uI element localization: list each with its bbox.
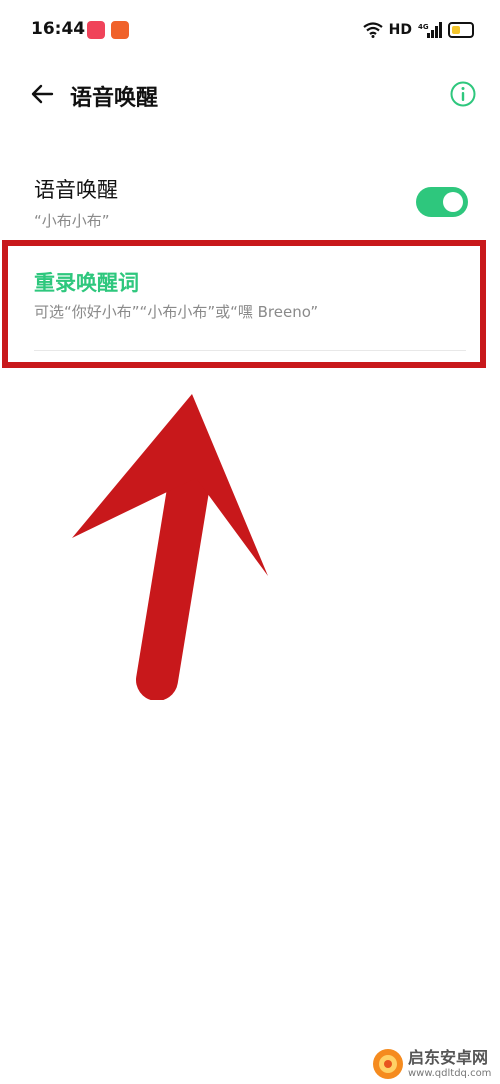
network-type-label: 4G [418, 23, 429, 31]
battery-level [452, 26, 460, 34]
info-circle-icon [450, 81, 476, 107]
watermark-url: www.qdltdq.com [408, 1067, 492, 1079]
app-notification-icon [111, 21, 129, 39]
rerecord-title: 重录唤醒词 [34, 271, 139, 295]
back-button[interactable] [28, 80, 60, 108]
voice-wakeup-setting[interactable]: 语音唤醒 “小布小布” [0, 160, 500, 240]
watermark-logo-icon [373, 1049, 403, 1079]
rerecord-wakeup-word-item[interactable]: 重录唤醒词 可选“你好小布”“小布小布”或“嘿 Breeno” [0, 245, 500, 360]
page-title: 语音唤醒 [70, 86, 159, 111]
app-header: 语音唤醒 [0, 70, 500, 120]
watermark: 启东安卓网 www.qdltdq.com [372, 1044, 500, 1084]
battery-icon [448, 22, 474, 38]
divider [34, 350, 466, 351]
hd-indicator: HD [388, 22, 412, 38]
signal-icon: 4G [418, 22, 442, 38]
info-button[interactable] [449, 80, 477, 108]
voice-wakeup-subtitle: “小布小布” [34, 212, 110, 230]
rerecord-subtitle: 可选“你好小布”“小布小布”或“嘿 Breeno” [34, 303, 319, 321]
watermark-name: 启东安卓网 [408, 1047, 489, 1067]
red-arrow-annotation [72, 394, 268, 700]
voice-wakeup-toggle[interactable] [416, 187, 468, 217]
arrow-left-icon [31, 84, 54, 104]
wifi-icon [362, 22, 383, 38]
toggle-knob [443, 192, 463, 212]
status-icons: HD 4G [362, 18, 474, 42]
status-time: 16:44 [31, 19, 86, 39]
video-app-notification-icon [87, 21, 105, 39]
voice-wakeup-title: 语音唤醒 [34, 178, 118, 202]
status-bar: 16:44 HD 4G [0, 0, 500, 60]
